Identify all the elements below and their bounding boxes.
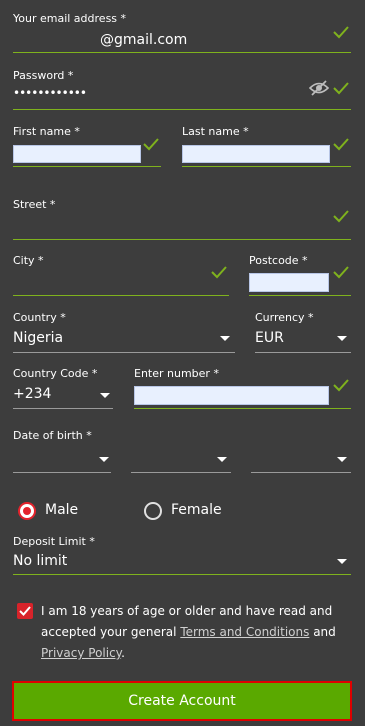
postcode-underline: [249, 295, 351, 296]
check-icon: [19, 606, 31, 616]
check-icon: [333, 266, 349, 279]
dob-day-select[interactable]: [13, 452, 93, 470]
caret-down-icon[interactable]: [337, 336, 347, 341]
country-label: Country *: [13, 311, 66, 324]
privacy-link[interactable]: Privacy Policy: [41, 646, 121, 660]
country-code-label: Country Code *: [13, 367, 98, 380]
dob-year-underline: [251, 472, 351, 473]
terms-checkbox[interactable]: [17, 603, 33, 619]
check-icon: [143, 138, 159, 151]
email-underline: [13, 52, 351, 53]
female-label: Female: [171, 502, 222, 518]
email-input[interactable]: @gmail.com: [100, 32, 187, 48]
street-underline: [13, 239, 351, 240]
country-select[interactable]: Nigeria: [13, 330, 63, 346]
caret-down-icon[interactable]: [100, 393, 110, 398]
create-account-button[interactable]: Create Account: [12, 681, 352, 721]
dob-month-select[interactable]: [131, 452, 211, 470]
check-icon: [333, 379, 349, 392]
check-icon: [333, 138, 349, 151]
deposit-limit-select[interactable]: No limit: [13, 553, 67, 569]
city-underline: [13, 295, 229, 296]
caret-down-icon[interactable]: [337, 559, 347, 564]
city-input[interactable]: [13, 274, 203, 292]
terms-and: and: [313, 625, 336, 639]
first-name-input[interactable]: [13, 145, 141, 163]
postcode-label: Postcode *: [249, 254, 308, 267]
password-underline: [13, 109, 351, 110]
terms-text: I am 18 years of age or older and have r…: [41, 601, 341, 664]
check-icon: [211, 266, 227, 279]
caret-down-icon[interactable]: [220, 336, 230, 341]
terms-suffix: .: [121, 646, 125, 660]
country-underline: [13, 352, 235, 353]
phone-input[interactable]: [134, 386, 329, 405]
male-radio[interactable]: [18, 502, 36, 520]
first-name-underline: [13, 166, 161, 167]
street-label: Street *: [13, 198, 56, 211]
dob-month-underline: [131, 472, 231, 473]
password-label: Password *: [13, 69, 74, 82]
postcode-input[interactable]: [249, 273, 329, 292]
terms-link[interactable]: Terms and Conditions: [180, 625, 309, 639]
eye-slash-icon[interactable]: [309, 80, 329, 96]
phone-label: Enter number *: [134, 367, 219, 380]
deposit-limit-label: Deposit Limit *: [13, 535, 95, 548]
caret-down-icon[interactable]: [217, 457, 227, 462]
check-icon: [333, 210, 349, 223]
country-code-select[interactable]: +234: [13, 386, 51, 402]
female-radio[interactable]: [144, 502, 162, 520]
caret-down-icon[interactable]: [99, 457, 109, 462]
last-name-input[interactable]: [182, 145, 330, 163]
check-icon: [333, 82, 349, 95]
last-name-underline: [182, 166, 351, 167]
phone-underline: [134, 408, 351, 409]
last-name-label: Last name *: [182, 125, 249, 138]
city-label: City *: [13, 254, 44, 267]
country-code-underline: [13, 408, 113, 409]
dob-label: Date of birth *: [13, 429, 92, 442]
male-label: Male: [45, 502, 79, 518]
email-label: Your email address *: [13, 12, 127, 25]
deposit-limit-underline: [13, 574, 351, 575]
street-input[interactable]: [13, 218, 323, 236]
check-icon: [333, 26, 349, 39]
first-name-label: First name *: [13, 125, 80, 138]
currency-label: Currency *: [255, 311, 314, 324]
dob-day-underline: [13, 472, 111, 473]
caret-down-icon[interactable]: [337, 457, 347, 462]
password-input[interactable]: ••••••••••••: [13, 86, 87, 100]
dob-year-select[interactable]: [251, 452, 331, 470]
currency-underline: [255, 352, 351, 353]
currency-select[interactable]: EUR: [255, 330, 284, 346]
